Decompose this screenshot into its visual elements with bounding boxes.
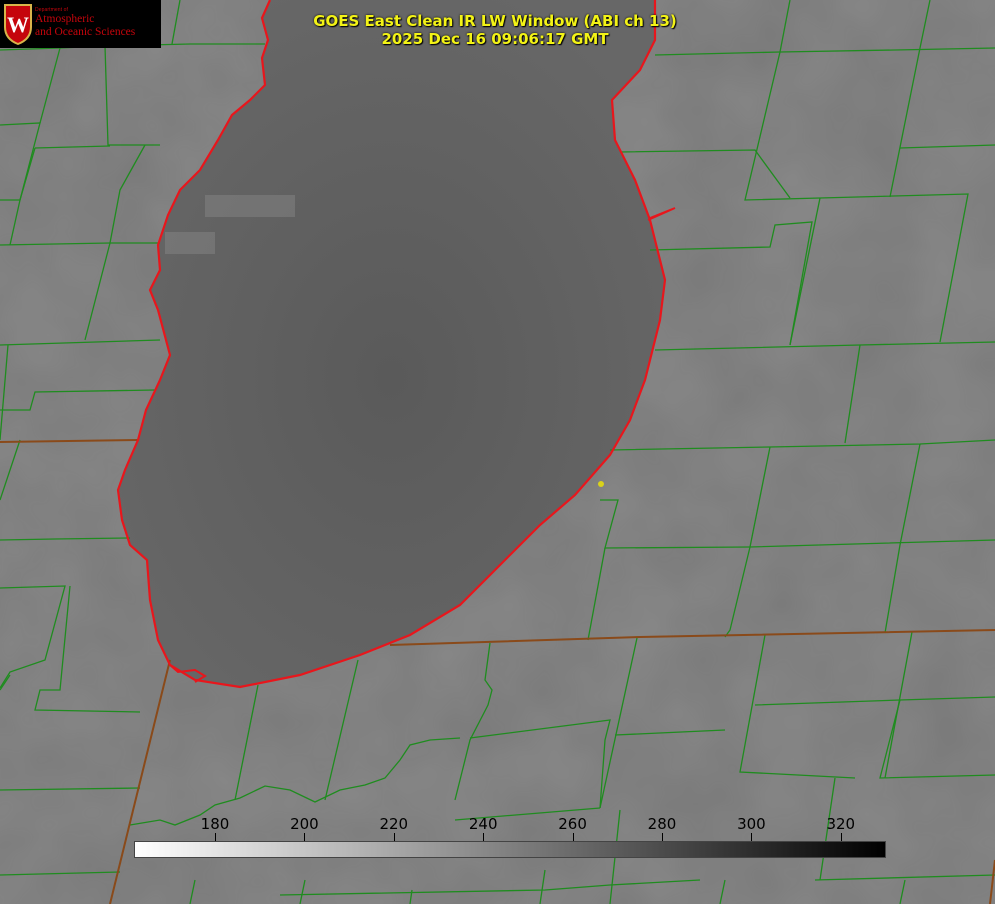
colorbar-tick-label: 240 [468, 815, 498, 833]
colorbar-tick-label: 300 [737, 815, 766, 833]
station-marker [598, 481, 604, 487]
image-timestamp: 2025 Dec 16 09:06:17 GMT [381, 30, 609, 48]
colorbar-tick [572, 833, 574, 841]
colorbar-tick-label: 260 [558, 815, 587, 833]
colorbar-tick [840, 833, 842, 841]
colorbar-tick [751, 833, 753, 841]
colorbar-tick [483, 833, 485, 841]
colorbar-tick [215, 833, 216, 841]
aos-logo: W Department of Atmospheric and Oceanic … [0, 0, 161, 48]
colorbar-tick-label: 200 [290, 815, 319, 833]
logo-line-2: and Oceanic Sciences [35, 26, 136, 38]
lake-cloud-patch-2 [165, 232, 215, 254]
colorbar-tick [393, 833, 395, 841]
satellite-map[interactable] [0, 0, 995, 904]
colorbar-tick-label: 220 [379, 815, 409, 833]
colorbar [134, 841, 886, 858]
colorbar-tick [304, 833, 306, 841]
colorbar-tick-label: 280 [647, 815, 677, 833]
svg-text:W: W [7, 12, 29, 37]
lake-cloud-patch-1 [205, 195, 295, 217]
colorbar-tick-label: 320 [826, 815, 856, 833]
colorbar-tick [662, 833, 663, 841]
wisconsin-crest-icon: W [4, 4, 32, 45]
colorbar-tick-label: 180 [200, 815, 230, 833]
logo-line-1: Atmospheric [35, 13, 95, 25]
image-title: GOES East Clean IR LW Window (ABI ch 13) [313, 12, 677, 30]
